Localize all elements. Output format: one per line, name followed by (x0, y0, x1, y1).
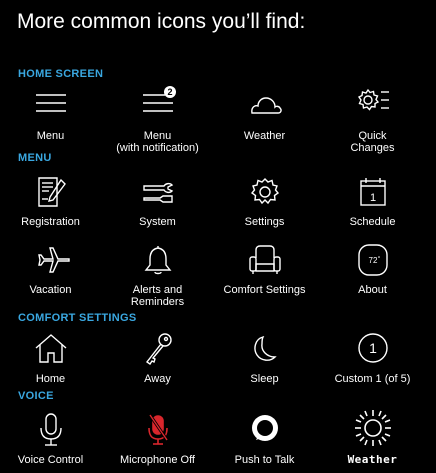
key-icon (145, 333, 172, 365)
push-to-talk-ring-icon (251, 415, 278, 441)
label-push-to-talk: Push to Talk (234, 454, 295, 466)
label-alerts-and: Alerts and (132, 284, 183, 296)
icon-tile-vacation: Vacation (0, 240, 105, 296)
airplane-icon (37, 247, 70, 273)
label-settings: Settings (244, 216, 285, 228)
icon-tile-comfort-settings: Comfort Settings (210, 240, 319, 296)
registration-icon (37, 177, 66, 207)
sun-weather-icon (354, 410, 391, 446)
label-voice-weather: Weather (347, 453, 398, 466)
icon-tile-push-to-talk: Push to Talk (210, 410, 319, 466)
quick-changes-icon (357, 88, 389, 111)
icon-tile-schedule: 1 Schedule (318, 172, 427, 228)
label-menu: Menu (36, 130, 65, 142)
notification-badge: 2 (167, 87, 172, 97)
label-changes: Changes (350, 142, 395, 154)
microphone-off-icon (147, 414, 168, 445)
label-weather: Weather (243, 130, 286, 142)
icon-tile-menu-notification: 2 Menu (with notification) (103, 86, 212, 154)
icon-tile-weather-cloud: Weather (210, 86, 319, 142)
label-sleep: Sleep (250, 373, 279, 385)
custom-number: 1 (369, 340, 377, 356)
label-away: Away (144, 373, 171, 385)
hamburger-menu-icon (35, 94, 66, 112)
icon-tile-voice-weather: Weather (318, 408, 427, 466)
label-quick: Quick (358, 130, 387, 142)
label-about: About (358, 284, 387, 296)
bell-icon (144, 246, 171, 275)
icon-tile-sleep: Sleep (210, 329, 319, 385)
section-voice: VOICE (18, 390, 54, 402)
label-schedule: Schedule (349, 216, 396, 228)
custom-circle-icon: 1 (357, 333, 388, 363)
icon-tile-voice-control: Voice Control (0, 410, 105, 466)
icon-tile-about: 72 About (318, 240, 427, 296)
thermostat-temp: 72 (368, 256, 377, 265)
calendar-icon: 1 (359, 178, 386, 206)
section-menu: MENU (18, 152, 52, 164)
label-vacation: Vacation (29, 284, 72, 296)
label-reminders: Reminders (130, 296, 185, 308)
icon-tile-system: System (103, 172, 212, 228)
armchair-icon (248, 245, 281, 274)
calendar-day: 1 (369, 192, 375, 204)
icon-tile-quick-changes: Quick Changes (318, 86, 427, 154)
icon-tile-away: Away (103, 329, 212, 385)
label-microphone-off: Microphone Off (119, 454, 195, 466)
cloud-icon (250, 97, 282, 114)
page-title: More common icons you’ll find: (17, 10, 306, 33)
section-home-screen: HOME SCREEN (18, 68, 104, 80)
section-comfort-settings: COMFORT SETTINGS (18, 312, 137, 324)
icon-tile-home: Home (0, 329, 105, 385)
label-home: Home (35, 373, 66, 385)
system-tools-icon (142, 182, 173, 203)
microphone-icon (39, 413, 62, 446)
thermostat-icon: 72 (357, 244, 388, 276)
icon-tile-settings: Settings (210, 172, 319, 228)
icon-tile-registration: Registration (0, 172, 105, 228)
label-registration: Registration (21, 216, 80, 228)
menu-notification-icon: 2 (142, 86, 176, 112)
moon-icon (253, 335, 277, 361)
icon-tile-alerts: Alerts and Reminders (103, 240, 212, 308)
icon-tile-custom: 1 Custom 1 (of 5) (318, 329, 427, 385)
label-menu-notification: Menu (143, 130, 172, 142)
label-system: System (139, 216, 176, 228)
icon-tile-menu: Menu (0, 86, 105, 142)
label-voice-control: Voice Control (17, 454, 84, 466)
label-with-notification: (with notification) (116, 142, 199, 154)
label-custom: Custom 1 (of 5) (334, 373, 411, 385)
home-icon (35, 334, 66, 363)
label-comfort-settings: Comfort Settings (223, 284, 306, 296)
gear-icon (250, 178, 279, 205)
icon-tile-microphone-off: Microphone Off (103, 410, 212, 466)
